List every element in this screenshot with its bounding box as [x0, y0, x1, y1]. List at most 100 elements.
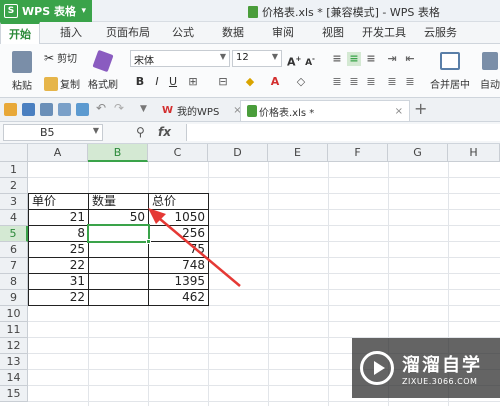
row-header-2[interactable]: 2	[0, 178, 28, 194]
watermark-url: ZIXUE.3066.COM	[402, 376, 478, 386]
row-header-13[interactable]: 13	[0, 354, 28, 370]
ribbon-tabs: 开始 插入 页面布局 公式 数据 审阅 视图 开发工具 云服务	[0, 22, 500, 44]
export-pdf-icon[interactable]	[76, 103, 89, 116]
cell-a5[interactable]: 8	[29, 225, 88, 241]
row-header-9[interactable]: 9	[0, 290, 28, 306]
gridline	[28, 401, 500, 402]
increase-font-icon[interactable]: A+	[287, 52, 301, 69]
wps-logo-icon: S	[4, 4, 18, 18]
tab-my-wps[interactable]: W 我的WPS ×	[156, 100, 248, 121]
merge-cells-icon	[440, 51, 460, 70]
eraser-icon[interactable]: ◇	[294, 75, 308, 89]
row-header-11[interactable]: 11	[0, 322, 28, 338]
save-icon[interactable]	[22, 103, 35, 116]
italic-button[interactable]: I	[150, 75, 164, 89]
row-header-8[interactable]: 8	[0, 274, 28, 290]
column-header-b[interactable]: B	[88, 144, 148, 162]
gridline	[28, 321, 500, 322]
row-header-5[interactable]: 5	[0, 226, 28, 242]
align-middle-icon[interactable]: ≡	[347, 52, 361, 66]
copy-icon	[44, 76, 58, 91]
brush-icon	[92, 49, 114, 72]
cell-reference: B5	[40, 126, 55, 139]
align-left-icon[interactable]: ≣	[330, 75, 344, 89]
close-icon[interactable]: ×	[395, 106, 403, 117]
wrap-text-button[interactable]: 自动	[480, 48, 500, 94]
new-tab-icon[interactable]: +	[414, 99, 427, 118]
column-header-e[interactable]: E	[268, 144, 328, 162]
row-header-3[interactable]: 3	[0, 194, 28, 210]
row-header-4[interactable]: 4	[0, 210, 28, 226]
row-header-7[interactable]: 7	[0, 258, 28, 274]
column-header-d[interactable]: D	[208, 144, 268, 162]
copy-button[interactable]: 复制	[44, 76, 80, 91]
row-header-6[interactable]: 6	[0, 242, 28, 258]
align-top-icon[interactable]: ≡	[330, 52, 344, 66]
indent-icon[interactable]: ⇥	[385, 52, 399, 66]
fill-color-icon[interactable]: ◆	[243, 75, 257, 89]
align-bottom-icon[interactable]: ≡	[364, 52, 378, 66]
tab-home[interactable]: 开始	[0, 22, 40, 44]
play-logo-icon	[360, 351, 394, 385]
row-header-15[interactable]: 15	[0, 386, 28, 402]
merge-center-button[interactable]: 合并居中	[428, 48, 472, 94]
align-right-icon[interactable]: ≣	[364, 75, 378, 89]
name-box[interactable]: B5 ▼	[3, 124, 103, 141]
open-folder-icon[interactable]	[4, 103, 17, 116]
borders-icon[interactable]: ⊞	[186, 75, 200, 89]
tab-review[interactable]: 审阅	[264, 22, 302, 44]
undo-icon[interactable]: ↶	[96, 101, 109, 115]
row-header-10[interactable]: 10	[0, 306, 28, 322]
cell-a6[interactable]: 25	[29, 241, 88, 257]
tab-developer[interactable]: 开发工具	[354, 22, 414, 44]
column-header-a[interactable]: A	[28, 144, 88, 162]
cell-a4[interactable]: 21	[29, 209, 88, 225]
tab-view[interactable]: 视图	[314, 22, 352, 44]
outdent-icon[interactable]: ⇤	[403, 52, 417, 66]
align-center-icon[interactable]: ≣	[347, 75, 361, 89]
cell-a3[interactable]: 单价	[29, 193, 88, 209]
decrease-font-icon[interactable]: A-	[303, 52, 317, 68]
font-size-select[interactable]: 12 ▼	[232, 50, 282, 67]
cell-style-icon[interactable]: ⊟	[216, 75, 230, 89]
cut-button[interactable]: ✂ 剪切	[44, 50, 77, 66]
select-all-corner[interactable]	[0, 144, 28, 162]
row-header-1[interactable]: 1	[0, 162, 28, 178]
column-header-c[interactable]: C	[148, 144, 208, 162]
watermark: 溜溜自学 ZIXUE.3066.COM	[352, 338, 500, 398]
cell-a7[interactable]: 22	[29, 257, 88, 273]
column-header-f[interactable]: F	[328, 144, 388, 162]
bold-button[interactable]: B	[133, 75, 147, 89]
zoom-search-icon[interactable]: ⚲	[136, 125, 145, 139]
print-preview-icon[interactable]	[58, 103, 71, 116]
distributed-icon[interactable]: ≣	[403, 75, 417, 89]
tab-data[interactable]: 数据	[214, 22, 252, 44]
format-painter-button[interactable]: 格式刷	[86, 48, 120, 94]
cell-a8[interactable]: 31	[29, 273, 88, 289]
tab-insert[interactable]: 插入	[52, 22, 90, 44]
column-header-h[interactable]: H	[448, 144, 500, 162]
font-family-select[interactable]: 宋体 ▼	[130, 50, 230, 67]
tab-formulas[interactable]: 公式	[164, 22, 202, 44]
fx-icon[interactable]: fx	[158, 125, 171, 139]
tab-document[interactable]: 价格表.xls * ×	[240, 100, 410, 121]
customize-dropdown-icon[interactable]: ▼	[140, 104, 153, 117]
print-icon[interactable]	[40, 103, 53, 116]
cell-a9[interactable]: 22	[29, 289, 88, 305]
column-header-g[interactable]: G	[388, 144, 448, 162]
document-title: 价格表.xls * [兼容模式] - WPS 表格	[262, 6, 440, 19]
annotation-arrow	[148, 208, 241, 287]
underline-button[interactable]: U	[166, 75, 180, 89]
scissors-icon: ✂	[44, 50, 55, 65]
justify-icon[interactable]: ≣	[385, 75, 399, 89]
row-header-14[interactable]: 14	[0, 370, 28, 386]
redo-icon[interactable]: ↷	[114, 101, 127, 115]
font-color-icon[interactable]: A	[268, 75, 282, 89]
tab-cloud-service[interactable]: 云服务	[416, 22, 465, 44]
tab-page-layout[interactable]: 页面布局	[98, 22, 158, 44]
chevron-down-icon: ▼	[271, 52, 278, 61]
row-header-12[interactable]: 12	[0, 338, 28, 354]
formula-input[interactable]	[186, 124, 500, 141]
wps-app-menu-button[interactable]: S WPS 表格 ▾	[0, 0, 92, 22]
paste-button[interactable]: 粘贴	[6, 48, 38, 94]
